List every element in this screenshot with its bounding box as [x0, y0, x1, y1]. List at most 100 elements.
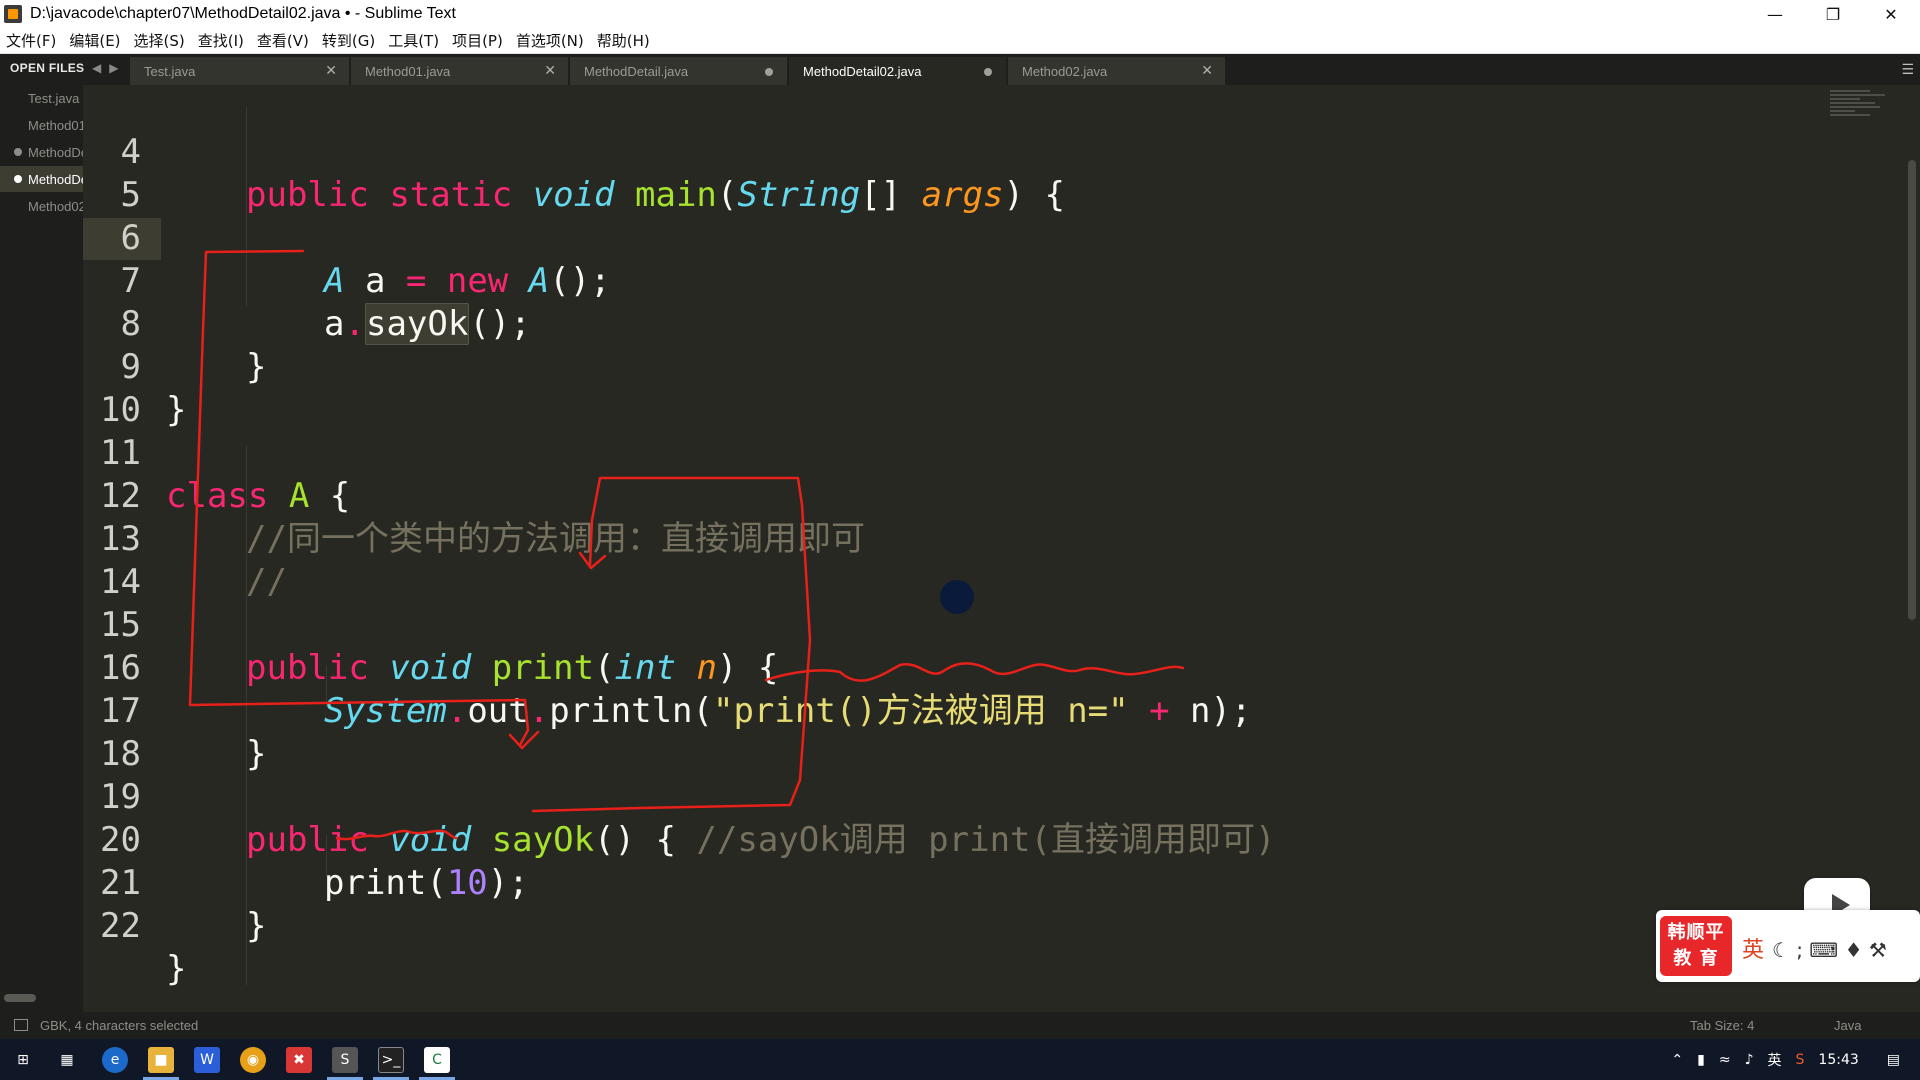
- menu-edit[interactable]: 编辑(E): [69, 30, 120, 51]
- sidebar-item-methoddetail[interactable]: MethodDetail: [0, 139, 83, 165]
- tab-next-icon[interactable]: ▶: [109, 61, 118, 75]
- status-bar: GBK, 4 characters selected Tab Size: 4 J…: [0, 1012, 1920, 1039]
- tab-label: Test.java: [144, 63, 196, 79]
- wifi-icon[interactable]: ≈: [1719, 1052, 1731, 1068]
- panel-toggle-icon[interactable]: [14, 1019, 28, 1031]
- code-editor[interactable]: 4 public static void main(String[] args)…: [83, 85, 1893, 1012]
- sidebar-item-methoddetail02[interactable]: MethodDetail02: [0, 166, 83, 192]
- tab-methoddetail02-java[interactable]: MethodDetail02.java: [789, 57, 1007, 85]
- menu-help[interactable]: 帮助(H): [597, 30, 650, 51]
- open-files-label: OPEN FILES: [10, 61, 85, 75]
- edge-browser-icon[interactable]: e: [102, 1047, 128, 1073]
- window-controls: — ❐ ✕: [1746, 0, 1920, 28]
- tab-strip: OPEN FILES ◀ ▶ Test.java ✕ Method01.java …: [0, 54, 1920, 85]
- code-text: }: [246, 906, 267, 946]
- menu-selection[interactable]: 选择(S): [134, 30, 185, 51]
- file-explorer-icon[interactable]: ■: [148, 1047, 174, 1073]
- tab-test-java[interactable]: Test.java ✕: [130, 57, 350, 85]
- tab-close-icon[interactable]: ✕: [544, 63, 556, 79]
- code-line-6: 6 A a = new A();: [83, 174, 1883, 301]
- menu-preferences[interactable]: 首选项(N): [516, 30, 584, 51]
- sidebar-scrollbar[interactable]: [4, 994, 36, 1002]
- menu-project[interactable]: 项目(P): [452, 30, 503, 51]
- word-icon[interactable]: W: [194, 1047, 220, 1073]
- code-line-12: 12 //同一个类中的方法调用：直接调用即可: [83, 432, 1883, 559]
- task-view-icon[interactable]: ▦: [54, 1047, 80, 1073]
- minimize-button[interactable]: —: [1746, 0, 1804, 28]
- sublime-taskbar-icon[interactable]: S: [332, 1047, 358, 1073]
- tab-label: Method01.java: [365, 63, 451, 79]
- code-line-20: 20 print(10);: [83, 776, 1883, 903]
- logo-text-line1: 韩顺平: [1667, 922, 1725, 943]
- xmind-icon[interactable]: ✖: [286, 1047, 312, 1073]
- menu-file[interactable]: 文件(F): [6, 30, 56, 51]
- pointer-highlight: [940, 580, 974, 614]
- status-tab-size[interactable]: Tab Size: 4: [1690, 1018, 1754, 1033]
- tab-close-icon[interactable]: ✕: [325, 63, 337, 79]
- tray-expand-icon[interactable]: ⌃: [1671, 1052, 1683, 1068]
- code-line-14: 14: [83, 518, 1883, 602]
- unsaved-dot-icon: [14, 175, 22, 183]
- menu-goto[interactable]: 转到(G): [322, 30, 375, 51]
- tab-method01-java[interactable]: Method01.java ✕: [351, 57, 569, 85]
- ime-tools-icons[interactable]: ☾ ; ⌨ ♦ ⚒: [1772, 938, 1887, 962]
- sidebar-item-method01[interactable]: Method01: [0, 112, 83, 138]
- sidebar-item-label: Test.java: [28, 90, 80, 106]
- code-line-7: 7 a.sayOk();: [83, 217, 1883, 345]
- sidebar-item-test[interactable]: Test.java: [0, 85, 83, 111]
- code-line-4: 4 public static void main(String[] args)…: [83, 88, 1883, 215]
- unsaved-dot-icon[interactable]: [984, 68, 992, 76]
- tab-prev-icon[interactable]: ◀: [92, 61, 101, 75]
- sidebar-item-label: MethodDetail02: [28, 171, 83, 187]
- ime-toolbar[interactable]: 英 ☾ ; ⌨ ♦ ⚒: [1742, 932, 1887, 964]
- watermark-toolbar: 韩顺平 教 育 英 ☾ ; ⌨ ♦ ⚒: [1656, 910, 1920, 982]
- code-line-10: 10: [83, 346, 1883, 430]
- maximize-button[interactable]: ❐: [1804, 0, 1862, 28]
- notification-icon[interactable]: ▤: [1887, 1052, 1900, 1068]
- sogou-icon[interactable]: S: [1796, 1052, 1805, 1068]
- sidebar-item-label: MethodDetail: [28, 144, 83, 160]
- tab-method02-java[interactable]: Method02.java ✕: [1008, 57, 1226, 85]
- menu-tools[interactable]: 工具(T): [388, 30, 439, 51]
- sidebar-open-files: Test.java Method01 MethodDetail MethodDe…: [0, 85, 83, 1012]
- code-line-18: 18: [83, 690, 1883, 774]
- status-selection-text: GBK, 4 characters selected: [40, 1018, 199, 1033]
- tab-nav-arrows: ◀ ▶: [92, 61, 126, 75]
- tab-methoddetail-java[interactable]: MethodDetail.java: [570, 57, 788, 85]
- status-syntax[interactable]: Java: [1834, 1018, 1861, 1033]
- system-tray: ⌃ ▮ ≈ ♪ 英 S 15:43 ▤: [1671, 1039, 1920, 1080]
- close-button[interactable]: ✕: [1862, 0, 1920, 28]
- volume-icon[interactable]: ♪: [1745, 1052, 1754, 1068]
- windows-taskbar: ⊞ ▦ e ■ W ◉ ✖ S >_ C ⌃ ▮ ≈ ♪ 英 S 15:43 ▤: [0, 1039, 1920, 1080]
- menu-bar: 文件(F) 编辑(E) 选择(S) 查找(I) 查看(V) 转到(G) 工具(T…: [0, 28, 1920, 54]
- minimap[interactable]: [1830, 90, 1890, 140]
- unsaved-dot-icon: [14, 148, 22, 156]
- tab-label: MethodDetail02.java: [803, 63, 922, 79]
- windows-start-icon[interactable]: ⊞: [10, 1047, 36, 1073]
- code-line-21: 21 }: [83, 819, 1883, 946]
- chrome-icon[interactable]: ◉: [240, 1047, 266, 1073]
- camtasia-icon[interactable]: C: [424, 1047, 450, 1073]
- sidebar-item-method02[interactable]: Method02: [0, 193, 83, 219]
- code-line-17: 17 }: [83, 647, 1883, 774]
- code-line-8: 8 }: [83, 260, 1883, 387]
- window-title: D:\javacode\chapter07\MethodDetail02.jav…: [30, 5, 456, 22]
- battery-icon[interactable]: ▮: [1697, 1052, 1705, 1068]
- tab-list-menu-icon[interactable]: ☰: [1901, 62, 1914, 78]
- ime-indicator[interactable]: 英: [1768, 1050, 1782, 1070]
- sublime-app-icon: [4, 5, 22, 23]
- title-bar: D:\javacode\chapter07\MethodDetail02.jav…: [0, 0, 1920, 28]
- menu-view[interactable]: 查看(V): [257, 30, 309, 51]
- code-line-19: 19 public void sayOk() { //sayOk调用 print…: [83, 733, 1883, 860]
- unsaved-dot-icon[interactable]: [765, 68, 773, 76]
- code-line-22: 22 }: [83, 862, 1883, 989]
- ime-mode-label[interactable]: 英: [1742, 938, 1764, 963]
- terminal-icon[interactable]: >_: [378, 1047, 404, 1073]
- tab-close-icon[interactable]: ✕: [1201, 63, 1213, 79]
- editor-scrollbar[interactable]: [1908, 160, 1916, 620]
- tab-label: Method02.java: [1022, 63, 1108, 79]
- code-line-5: 5: [83, 131, 1883, 215]
- clock[interactable]: 15:43: [1818, 1052, 1858, 1068]
- line-number: 22: [100, 906, 141, 946]
- menu-find[interactable]: 查找(I): [198, 30, 244, 51]
